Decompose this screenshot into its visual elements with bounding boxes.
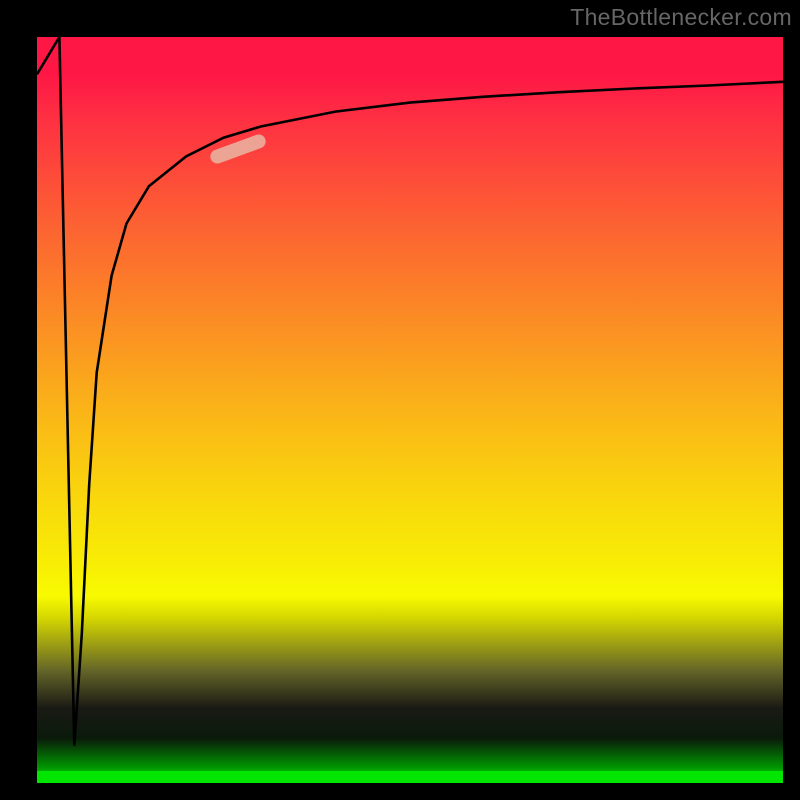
chart-container: TheBottlenecker.com bbox=[0, 0, 800, 800]
watermark-text: TheBottlenecker.com bbox=[570, 4, 792, 31]
plot-area bbox=[37, 37, 783, 783]
curve-path bbox=[37, 37, 783, 746]
bottleneck-curve bbox=[37, 37, 783, 783]
